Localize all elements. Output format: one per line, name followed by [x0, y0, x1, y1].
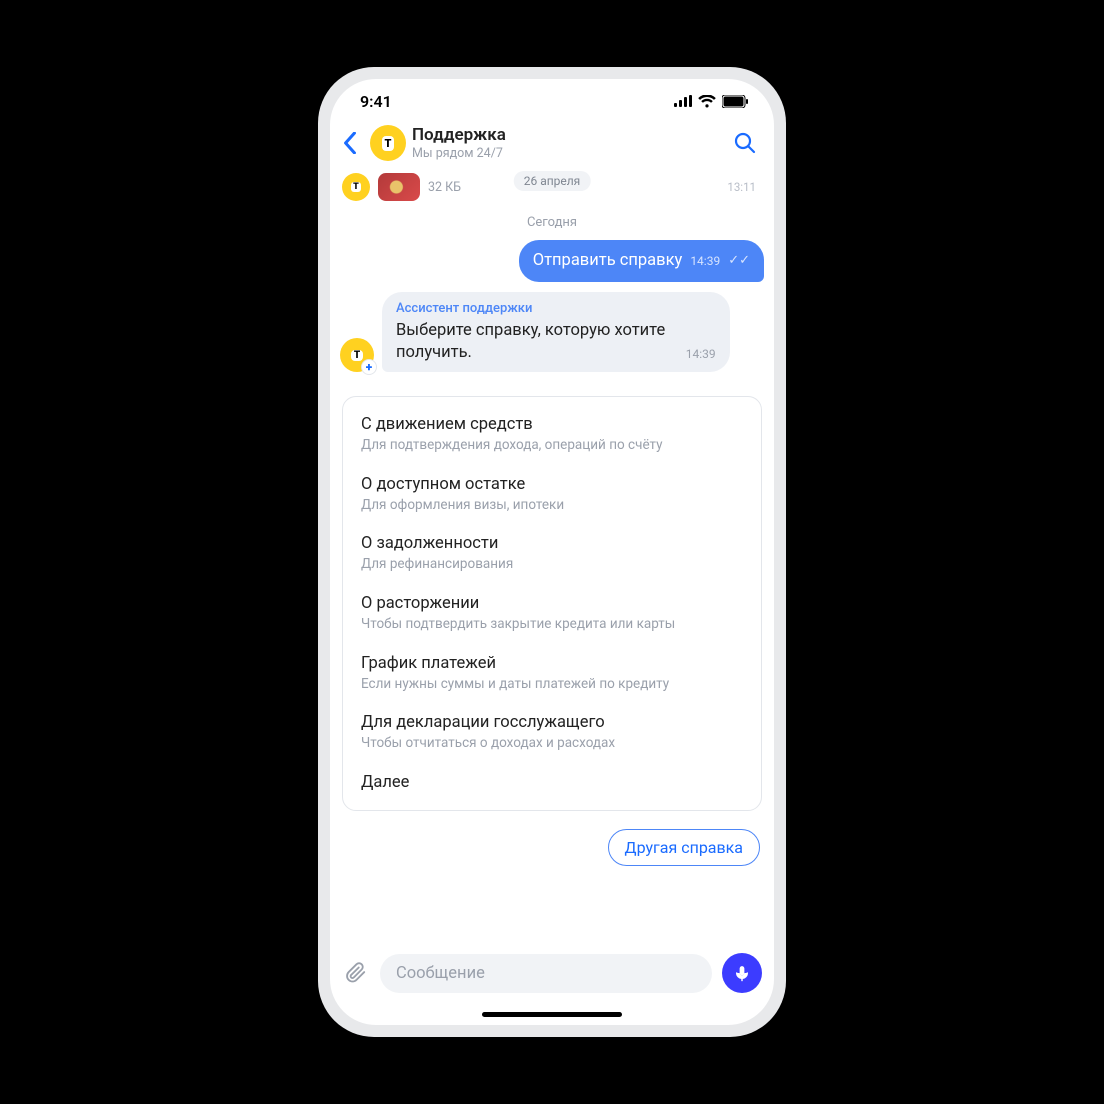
option-item[interactable]: Для декларации госслужащего Чтобы отчита… [343, 703, 761, 763]
option-subtitle: Чтобы отчитаться о доходах и расходах [361, 735, 743, 753]
today-divider: Сегодня [340, 215, 764, 230]
previous-message-time: 13:11 [727, 180, 762, 194]
option-title: О расторжении [361, 594, 743, 613]
chat-title: Поддержка [412, 125, 724, 145]
voice-button[interactable] [722, 953, 762, 993]
attach-button[interactable] [342, 962, 370, 984]
cellular-icon [674, 95, 692, 107]
battery-icon [722, 95, 748, 108]
assistant-avatar[interactable]: T + [340, 338, 374, 372]
chat-subtitle: Мы рядом 24/7 [412, 146, 724, 161]
outgoing-time: 14:39 [690, 253, 720, 269]
status-bar: 9:41 [330, 79, 774, 119]
status-time: 9:41 [360, 92, 392, 111]
incoming-time: 14:39 [686, 346, 716, 364]
attachment-thumbnail[interactable] [378, 173, 420, 201]
next-label: Далее [361, 773, 743, 792]
phone-frame: 9:41 T Поддержка Мы рядом 24/7 [318, 67, 786, 1037]
incoming-text: Выберите справку, которую хотите получит… [396, 320, 672, 365]
option-subtitle: Для подтверждения дохода, операций по сч… [361, 437, 743, 455]
chat-header: T Поддержка Мы рядом 24/7 [330, 119, 774, 171]
message-row: Отправить справку 14:39 ✓✓ [340, 240, 764, 282]
paperclip-icon [345, 962, 367, 984]
plus-badge-icon: + [361, 359, 377, 375]
option-item[interactable]: С движением средств Для подтверждения до… [343, 405, 761, 465]
previous-message-row: T 32 КБ 26 апреля 13:11 [340, 171, 764, 207]
option-item[interactable]: График платежей Если нужны суммы и даты … [343, 644, 761, 704]
incoming-message[interactable]: Ассистент поддержки Выберите справку, ко… [382, 292, 730, 372]
option-title: Для декларации госслужащего [361, 713, 743, 732]
option-subtitle: Для рефинансирования [361, 556, 743, 574]
option-title: График платежей [361, 654, 743, 673]
read-checkmarks-icon: ✓✓ [728, 252, 750, 270]
outgoing-message[interactable]: Отправить справку 14:39 ✓✓ [519, 240, 764, 282]
option-item[interactable]: О доступном остатке Для оформления визы,… [343, 465, 761, 525]
options-card: С движением средств Для подтверждения до… [342, 396, 762, 810]
option-title: О доступном остатке [361, 475, 743, 494]
status-icons [674, 95, 748, 108]
quick-reply-chip[interactable]: Другая справка [608, 829, 760, 866]
input-bar: Сообщение [330, 945, 774, 1003]
wifi-icon [698, 95, 716, 108]
screen: 9:41 T Поддержка Мы рядом 24/7 [330, 79, 774, 1025]
date-separator: 26 апреля [514, 171, 591, 191]
support-avatar[interactable]: T [370, 125, 406, 161]
microphone-icon [733, 964, 751, 982]
quick-reply-row: Другая справка [340, 823, 764, 874]
attachment-size: 32 КБ [428, 180, 461, 195]
option-item[interactable]: О расторжении Чтобы подтвердить закрытие… [343, 584, 761, 644]
back-button[interactable] [336, 132, 364, 154]
option-subtitle: Если нужны суммы и даты платежей по кред… [361, 676, 743, 694]
option-title: О задолженности [361, 534, 743, 553]
support-avatar-small: T [342, 173, 370, 201]
chat-body[interactable]: T 32 КБ 26 апреля 13:11 Сегодня Отправит… [330, 171, 774, 945]
avatar-letter: T [382, 136, 395, 151]
outgoing-text: Отправить справку [533, 250, 683, 272]
option-title: С движением средств [361, 415, 743, 434]
assistant-label: Ассистент поддержки [396, 300, 716, 318]
option-item[interactable]: О задолженности Для рефинансирования [343, 524, 761, 584]
message-row: T + Ассистент поддержки Выберите справку… [340, 292, 764, 372]
message-input[interactable]: Сообщение [380, 954, 712, 993]
option-subtitle: Чтобы подтвердить закрытие кредита или к… [361, 616, 743, 634]
option-next[interactable]: Далее [343, 763, 761, 802]
search-button[interactable] [730, 132, 760, 154]
home-indicator [330, 1003, 774, 1025]
header-titles[interactable]: Поддержка Мы рядом 24/7 [412, 125, 724, 160]
option-subtitle: Для оформления визы, ипотеки [361, 497, 743, 515]
